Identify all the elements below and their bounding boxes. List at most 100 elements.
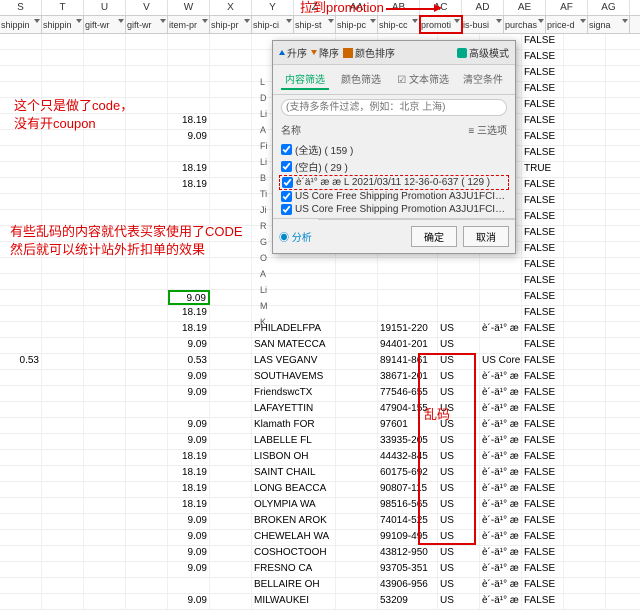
cell[interactable]: [480, 306, 522, 321]
cell[interactable]: [564, 514, 606, 529]
cell[interactable]: FALSE: [522, 498, 564, 513]
column-header[interactable]: item-pr: [168, 16, 210, 33]
cell[interactable]: [336, 322, 378, 337]
cell[interactable]: [0, 274, 42, 289]
cell[interactable]: [336, 370, 378, 385]
cell[interactable]: US: [438, 386, 480, 401]
filter-item[interactable]: è´­ä¹° æ æ L 2021/03/11 12-36-0-637 ( 12…: [279, 175, 509, 190]
cell[interactable]: [42, 306, 84, 321]
cell[interactable]: [42, 162, 84, 177]
cell[interactable]: [210, 146, 252, 161]
cell[interactable]: [0, 322, 42, 337]
cell[interactable]: 9.09: [168, 594, 210, 609]
cell[interactable]: 44432-845: [378, 450, 438, 465]
cell[interactable]: [210, 466, 252, 481]
filter-arrow-icon[interactable]: [202, 19, 208, 23]
filter-arrow-icon[interactable]: [76, 19, 82, 23]
table-row[interactable]: 9.09COSHOCTOOH43812-950USè´-ä¹° æFALSE: [0, 546, 640, 562]
filter-arrow-icon[interactable]: [34, 19, 40, 23]
cell[interactable]: SOUTHAVEMS: [252, 370, 336, 385]
cell[interactable]: [0, 306, 42, 321]
col-letter[interactable]: Y: [252, 0, 294, 15]
cell[interactable]: [42, 482, 84, 497]
cell[interactable]: US: [438, 578, 480, 593]
cell[interactable]: 9.09: [168, 546, 210, 561]
cell[interactable]: [84, 274, 126, 289]
cell[interactable]: [42, 370, 84, 385]
cell[interactable]: [126, 434, 168, 449]
cell[interactable]: è´-ä¹° æ: [480, 370, 522, 385]
column-header[interactable]: price-d: [546, 16, 588, 33]
filter-item[interactable]: (全选) ( 159 ): [279, 141, 509, 158]
cell[interactable]: è´-ä¹° æ: [480, 546, 522, 561]
table-row[interactable]: 9.09CHEWELAH WA99109-495USè´-ä¹° æFALSE: [0, 530, 640, 546]
cell[interactable]: FALSE: [522, 386, 564, 401]
color-sort-button[interactable]: 颜色排序: [343, 45, 395, 60]
advanced-mode-button[interactable]: 高级模式: [457, 45, 509, 60]
table-row[interactable]: 9.09FRESNO CA93705-351USè´-ä¹° æFALSE: [0, 562, 640, 578]
cell[interactable]: 18.19: [168, 450, 210, 465]
cell[interactable]: [336, 450, 378, 465]
cell[interactable]: [42, 546, 84, 561]
cell[interactable]: [42, 562, 84, 577]
cell[interactable]: LONG BEACCA: [252, 482, 336, 497]
cell[interactable]: FALSE: [522, 594, 564, 609]
cell[interactable]: [564, 402, 606, 417]
cell[interactable]: [126, 546, 168, 561]
cell[interactable]: [564, 290, 606, 305]
cell[interactable]: FALSE: [522, 546, 564, 561]
cell[interactable]: è´-ä¹° æ: [480, 322, 522, 337]
cell[interactable]: [126, 162, 168, 177]
cell[interactable]: [84, 434, 126, 449]
cell[interactable]: [126, 450, 168, 465]
column-header[interactable]: purchas: [504, 16, 546, 33]
cell[interactable]: [336, 274, 378, 289]
cell[interactable]: [126, 82, 168, 97]
cell[interactable]: 18.19: [168, 114, 210, 129]
cell[interactable]: 43812-950: [378, 546, 438, 561]
cell[interactable]: [480, 258, 522, 273]
sort-asc-button[interactable]: 升序: [279, 45, 307, 60]
table-row[interactable]: BELLAIRE OH43906-956USè´-ä¹° æFALSE: [0, 578, 640, 594]
cell[interactable]: [438, 290, 480, 305]
cell[interactable]: [564, 82, 606, 97]
filter-arrow-icon[interactable]: [328, 19, 334, 23]
cell[interactable]: è´-ä¹° æ: [480, 466, 522, 481]
cell[interactable]: [42, 274, 84, 289]
cell[interactable]: FALSE: [522, 402, 564, 417]
cell[interactable]: US: [438, 498, 480, 513]
cell[interactable]: [210, 562, 252, 577]
column-header[interactable]: gift-wr: [84, 16, 126, 33]
filter-arrow-icon[interactable]: [454, 19, 460, 23]
cell[interactable]: 77546-655: [378, 386, 438, 401]
cell[interactable]: [564, 130, 606, 145]
cell[interactable]: [210, 274, 252, 289]
cell[interactable]: [336, 386, 378, 401]
cell[interactable]: [84, 162, 126, 177]
cell[interactable]: [210, 434, 252, 449]
cell[interactable]: 74014-525: [378, 514, 438, 529]
cell[interactable]: [126, 562, 168, 577]
table-row[interactable]: FALSE: [0, 274, 640, 290]
cell[interactable]: [210, 498, 252, 513]
cell[interactable]: [336, 514, 378, 529]
table-row[interactable]: 18.19PHILADELFPA19151-220USè´-ä¹° æFALSE: [0, 322, 640, 338]
cell[interactable]: [42, 82, 84, 97]
table-row[interactable]: 18.19SAINT CHAIL60175-692USè´-ä¹° æFALSE: [0, 466, 640, 482]
cell[interactable]: [564, 146, 606, 161]
cell[interactable]: è´-ä¹° æ: [480, 498, 522, 513]
cell[interactable]: US: [438, 482, 480, 497]
cell[interactable]: [0, 434, 42, 449]
clear-conditions-button[interactable]: 清空条件: [459, 69, 507, 90]
filter-arrow-icon[interactable]: [622, 19, 628, 23]
cell[interactable]: 9.09: [168, 290, 210, 305]
cell[interactable]: [0, 258, 42, 273]
cell[interactable]: FALSE: [522, 50, 564, 65]
cell[interactable]: [210, 482, 252, 497]
cell[interactable]: [84, 338, 126, 353]
column-header[interactable]: shippin: [0, 16, 42, 33]
cell[interactable]: [126, 290, 168, 305]
column-header[interactable]: is-busi: [462, 16, 504, 33]
cell[interactable]: 9.09: [168, 562, 210, 577]
cell[interactable]: [210, 514, 252, 529]
